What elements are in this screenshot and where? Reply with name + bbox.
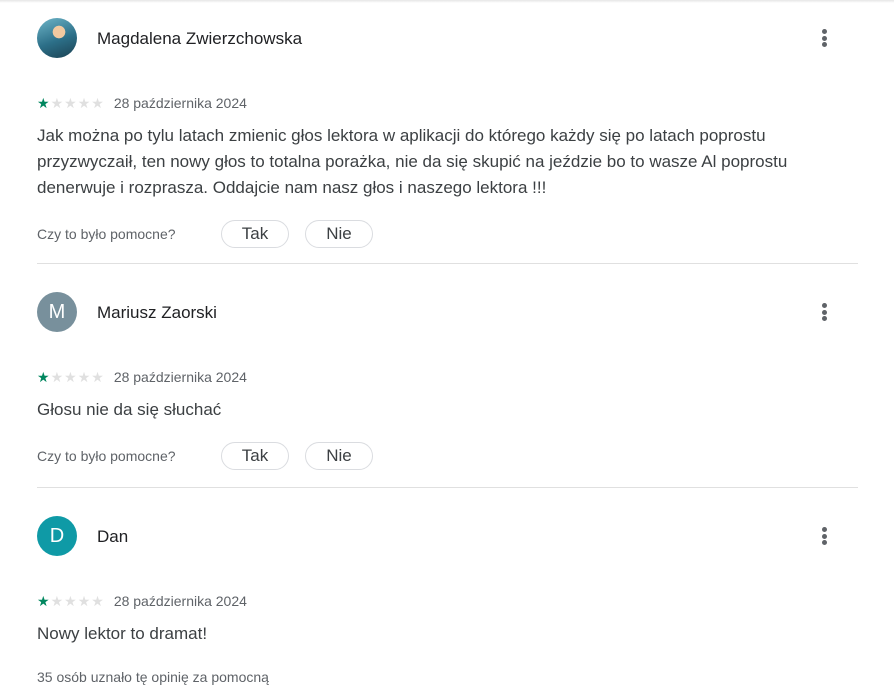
star-icon: ★ — [91, 369, 104, 385]
star-icon: ★ — [64, 593, 77, 609]
author-name: Mariusz Zaorski — [97, 303, 217, 322]
review-card: D Dan ★ ★ ★ ★ ★ 28 października 2024 Now… — [37, 516, 858, 685]
star-icon: ★ — [91, 593, 104, 609]
review-meta: ★ ★ ★ ★ ★ 28 października 2024 — [37, 367, 858, 387]
review-text: Nowy lektor to dramat! — [37, 624, 208, 643]
rating-stars: ★ ★ ★ ★ ★ — [37, 594, 104, 608]
star-icon: ★ — [64, 369, 77, 385]
review-card: Magdalena Zwierzchowska ★ ★ ★ ★ ★ 28 paź… — [37, 18, 858, 249]
more-options-icon[interactable] — [812, 300, 836, 324]
review-text: Jak można po tylu latach zmienic głos le… — [37, 126, 788, 197]
helpful-row: Czy to było pomocne? Tak Nie — [37, 219, 858, 249]
helpful-yes-button[interactable]: Tak — [221, 220, 289, 248]
helpful-no-button[interactable]: Nie — [305, 220, 373, 248]
star-icon: ★ — [37, 95, 50, 111]
review-date: 28 października 2024 — [113, 593, 247, 609]
more-options-icon[interactable] — [812, 524, 836, 548]
star-icon: ★ — [50, 95, 64, 111]
helpful-question: Czy to było pomocne? — [37, 226, 176, 242]
star-icon: ★ — [37, 369, 50, 385]
avatar — [37, 18, 77, 58]
helpful-row: Czy to było pomocne? Tak Nie — [37, 441, 858, 471]
review-header: Magdalena Zwierzchowska — [37, 18, 858, 60]
top-shadow — [0, 0, 894, 3]
review-header: D Dan — [37, 516, 858, 558]
rating-stars: ★ ★ ★ ★ ★ — [37, 96, 104, 110]
star-icon: ★ — [64, 95, 77, 111]
helpful-no-button[interactable]: Nie — [305, 442, 373, 470]
star-icon: ★ — [91, 95, 104, 111]
divider — [37, 263, 858, 264]
star-icon: ★ — [37, 593, 50, 609]
author-name: Dan — [97, 527, 129, 546]
divider — [37, 487, 858, 488]
star-icon: ★ — [50, 593, 64, 609]
review-date: 28 października 2024 — [113, 369, 247, 385]
helpful-count: 35 osób uznało tę opinię za pomocną — [37, 669, 269, 685]
review-text: Głosu nie da się słuchać — [37, 400, 222, 419]
avatar: D — [37, 516, 77, 556]
star-icon: ★ — [77, 369, 91, 385]
more-options-icon[interactable] — [812, 26, 836, 50]
review-meta: ★ ★ ★ ★ ★ 28 października 2024 — [37, 93, 858, 113]
helpful-yes-button[interactable]: Tak — [221, 442, 289, 470]
star-icon: ★ — [77, 593, 91, 609]
star-icon: ★ — [77, 95, 91, 111]
rating-stars: ★ ★ ★ ★ ★ — [37, 370, 104, 384]
review-header: M Mariusz Zaorski — [37, 292, 858, 334]
star-icon: ★ — [50, 369, 64, 385]
review-date: 28 października 2024 — [113, 95, 247, 111]
author-name: Magdalena Zwierzchowska — [97, 29, 303, 48]
helpful-question: Czy to było pomocne? — [37, 448, 176, 464]
avatar: M — [37, 292, 77, 332]
review-card: M Mariusz Zaorski ★ ★ ★ ★ ★ 28 październ… — [37, 292, 858, 471]
review-meta: ★ ★ ★ ★ ★ 28 października 2024 — [37, 591, 858, 611]
